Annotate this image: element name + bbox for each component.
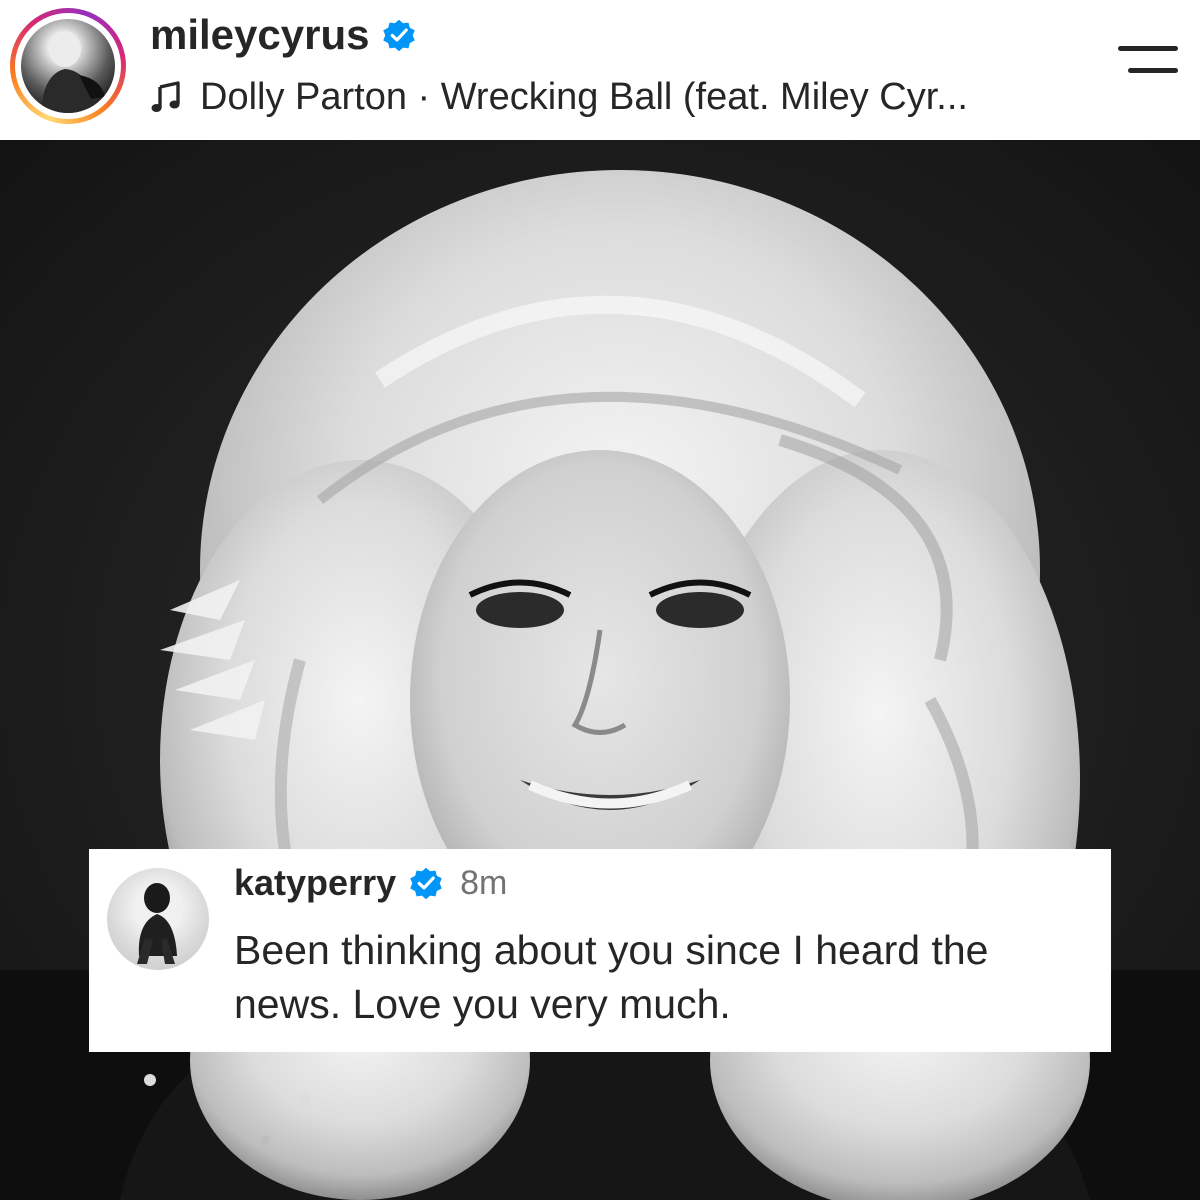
profile-avatar[interactable]	[21, 19, 115, 113]
menu-button[interactable]	[1118, 40, 1180, 80]
avatar-figure-icon	[41, 31, 105, 113]
audio-track[interactable]: Dolly Parton · Wrecking Ball (feat. Mile…	[150, 72, 968, 122]
story-ring[interactable]	[10, 8, 126, 124]
comment-body: Been thinking about you since I heard th…	[234, 927, 989, 1027]
comment-header: katyperry 8m	[234, 857, 507, 909]
commenter-figure-icon	[137, 883, 177, 964]
post-header: mileycyrus Dolly Parton · Wrecking Ball …	[0, 0, 1200, 138]
comment-timestamp: 8m	[460, 863, 508, 902]
comment-card[interactable]: katyperry 8m Been thinking about you sin…	[89, 849, 1111, 1052]
menu-icon-line-bottom	[1128, 68, 1178, 73]
verified-badge-icon	[410, 867, 442, 900]
music-note-icon	[151, 81, 180, 112]
menu-icon-line-top	[1118, 46, 1178, 51]
comment-avatar[interactable]	[107, 868, 209, 970]
username-text[interactable]: mileycyrus	[150, 8, 369, 62]
comment-username[interactable]: katyperry	[234, 862, 396, 904]
post-username[interactable]: mileycyrus	[150, 8, 417, 62]
audio-track-label[interactable]: Dolly Parton · Wrecking Ball (feat. Mile…	[200, 76, 968, 119]
verified-badge-icon	[383, 19, 416, 52]
